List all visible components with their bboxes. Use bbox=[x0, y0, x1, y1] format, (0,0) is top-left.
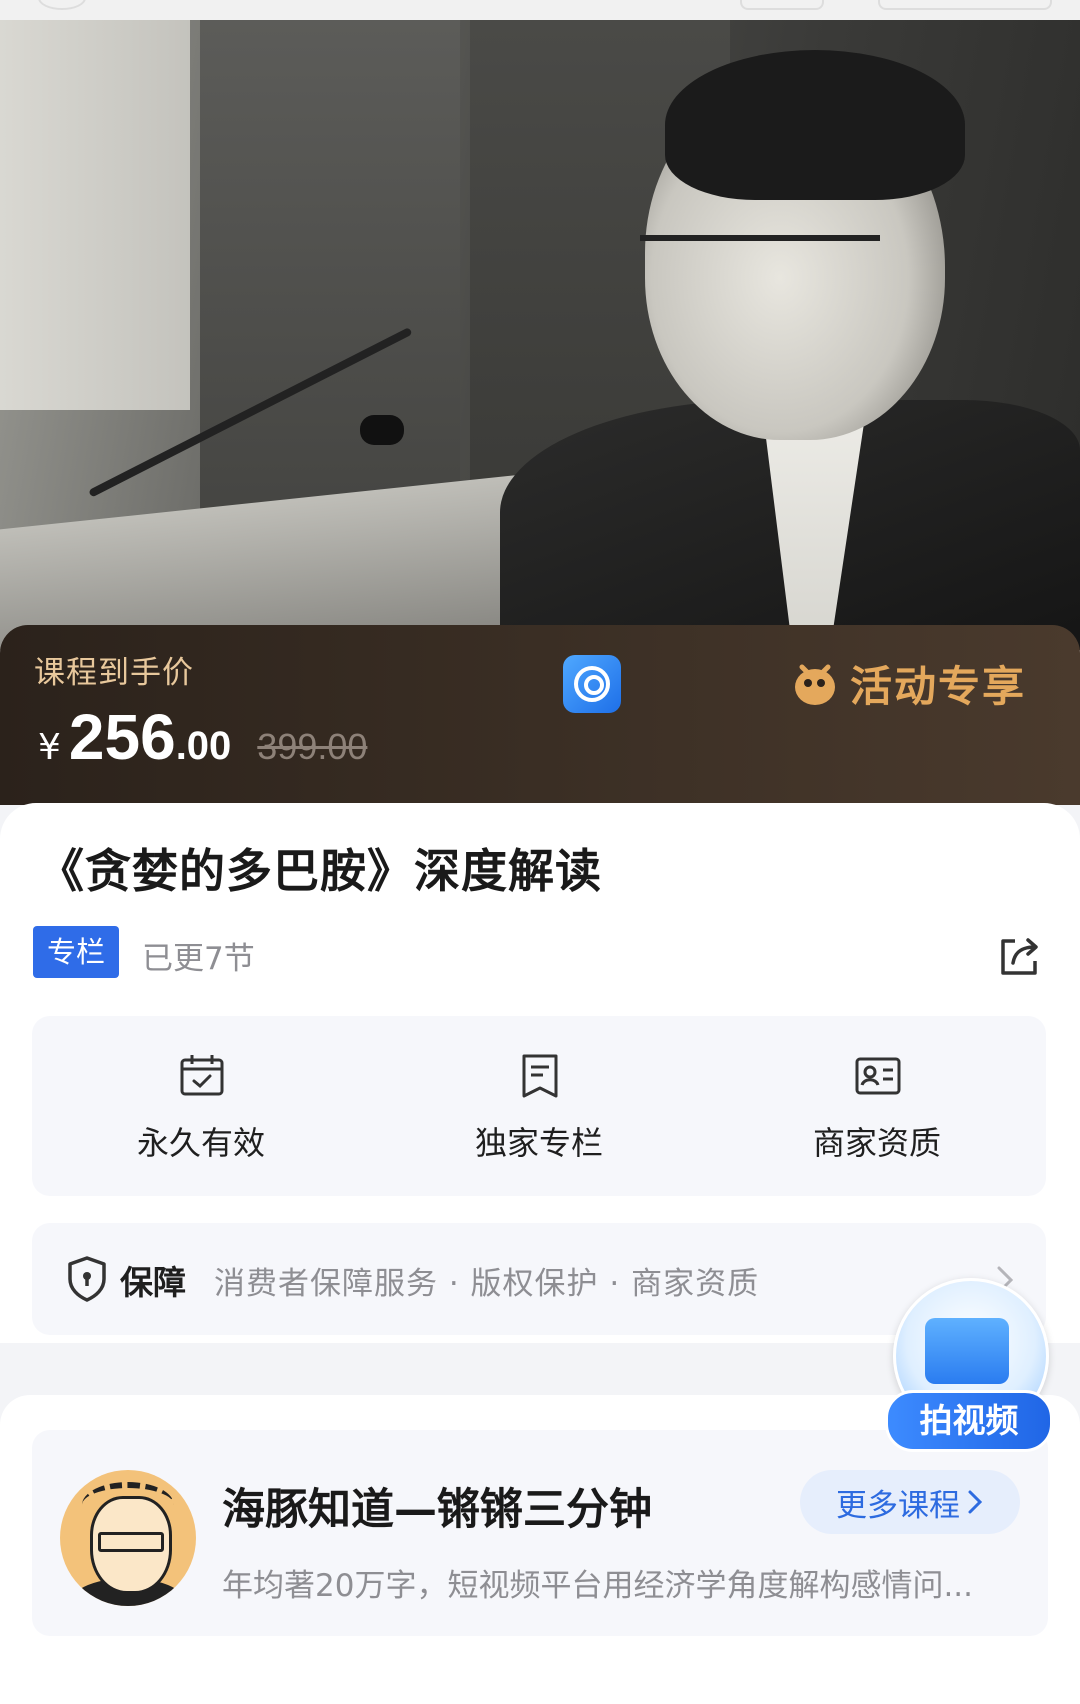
price-row: ¥ 256 .00 399.00 bbox=[38, 700, 367, 774]
feature-qualification[interactable]: 商家资质 bbox=[708, 1016, 1046, 1196]
top-pill bbox=[740, 0, 824, 10]
record-video-label: 拍视频 bbox=[885, 1390, 1053, 1452]
price-banner: 课程到手价 ¥ 256 .00 399.00 活动专享 bbox=[0, 625, 1080, 805]
top-pill bbox=[878, 0, 1052, 10]
calendar-check-icon bbox=[180, 1055, 224, 1096]
promo-badge: 活动专享 bbox=[788, 653, 1026, 714]
course-cover-photo bbox=[0, 20, 1080, 650]
guarantee-title: 保障 bbox=[120, 1263, 186, 1302]
document-icon bbox=[522, 1054, 558, 1098]
id-card-icon bbox=[855, 1057, 901, 1095]
price-integer: 256 bbox=[68, 701, 176, 773]
price-decimal: .00 bbox=[175, 724, 232, 768]
briefcase-icon bbox=[925, 1318, 1009, 1384]
original-price: 399.00 bbox=[257, 726, 368, 767]
guarantee-desc: 消费者保障服务 · 版权保护 · 商家资质 bbox=[214, 1266, 760, 1302]
feature-permanent[interactable]: 永久有效 bbox=[32, 1016, 370, 1196]
top-strip bbox=[0, 0, 1080, 20]
price-label: 课程到手价 bbox=[34, 655, 194, 691]
more-courses-label: 更多课程 bbox=[836, 1487, 960, 1524]
chevron-right-icon bbox=[968, 1490, 983, 1514]
brand-logo-icon bbox=[563, 655, 621, 713]
feature-label: 独家专栏 bbox=[474, 1124, 603, 1162]
author-card[interactable]: 海豚知道—锵锵三分钟 更多课程 年均著20万字，短视频平台用经济学角度解构感情问… bbox=[32, 1430, 1048, 1636]
author-avatar[interactable] bbox=[60, 1470, 196, 1606]
feature-label: 商家资质 bbox=[812, 1124, 941, 1162]
feature-exclusive[interactable]: 独家专栏 bbox=[370, 1016, 708, 1196]
author-description: 年均著20万字，短视频平台用经济学角度解构感情问... bbox=[222, 1568, 974, 1604]
promo-mascot-icon bbox=[795, 664, 835, 705]
course-title: 《贪婪的多巴胺》深度解读 bbox=[38, 844, 602, 898]
update-count: 已更7节 bbox=[142, 941, 255, 977]
status-ornament bbox=[38, 0, 86, 10]
more-courses-button[interactable]: 更多课程 bbox=[800, 1470, 1020, 1534]
price-currency: ¥ bbox=[38, 727, 61, 768]
feature-panel: 永久有效 独家专栏 商家资质 bbox=[32, 1016, 1046, 1196]
author-name: 海豚知道—锵锵三分钟 bbox=[222, 1485, 652, 1535]
shield-icon bbox=[68, 1256, 106, 1302]
promo-text: 活动专享 bbox=[850, 662, 1027, 711]
course-info-card: 《贪婪的多巴胺》深度解读 专栏 已更7节 永久有效 独家专栏 商家资质 保障 消… bbox=[0, 803, 1080, 1343]
feature-label: 永久有效 bbox=[136, 1124, 265, 1162]
share-icon[interactable] bbox=[995, 931, 1045, 981]
record-video-button[interactable]: 拍视频 bbox=[885, 1278, 1055, 1452]
column-tag: 专栏 bbox=[33, 926, 119, 978]
projection-screen bbox=[0, 20, 190, 410]
